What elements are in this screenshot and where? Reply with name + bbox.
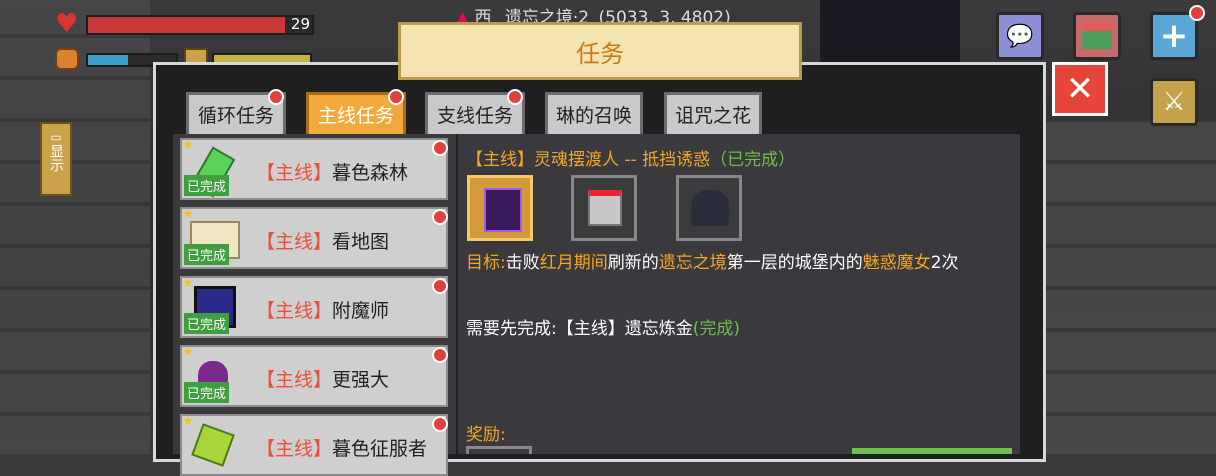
tab-notification-dot bbox=[388, 89, 404, 105]
witch-icon bbox=[484, 188, 522, 232]
detail-status: （已完成） bbox=[710, 150, 796, 170]
chat-icon: 💬 bbox=[1006, 23, 1034, 49]
goal-text: 目标:击败红月期间刷新的遗忘之境第一层的城堡内的魅惑魔女2次 bbox=[466, 253, 959, 273]
list-item[interactable]: ★ 已完成 【主线】附魔师 bbox=[180, 276, 448, 338]
quest-status: 已完成 bbox=[184, 382, 230, 403]
hunger-icon bbox=[55, 48, 79, 70]
prereq-label: 需要先完成: bbox=[466, 319, 557, 339]
close-button[interactable]: ✕ bbox=[1052, 62, 1108, 116]
dark-helmet-icon bbox=[691, 190, 729, 226]
list-item[interactable]: ★ 【主线】暮色征服者 bbox=[180, 414, 448, 476]
health-bar: 29 bbox=[86, 15, 314, 35]
side-hint-label: 显示 bbox=[48, 144, 64, 172]
dialog-title: 任务 bbox=[576, 39, 624, 68]
reward-slot[interactable] bbox=[466, 446, 532, 454]
side-hint-button[interactable]: ▭ 显示 bbox=[40, 122, 72, 196]
target-monster-slot[interactable] bbox=[676, 175, 742, 241]
claim-button[interactable] bbox=[852, 448, 1012, 454]
detail-header: 【主线】灵魂摆渡人 -- 抵挡诱惑（已完成） bbox=[466, 145, 795, 170]
health-value: 29 bbox=[290, 15, 310, 33]
target-monster-slot[interactable] bbox=[571, 175, 637, 241]
quest-notification-dot bbox=[432, 416, 448, 432]
plus-icon: + bbox=[1159, 16, 1189, 56]
heart-icon: ♥ bbox=[55, 9, 79, 39]
quest-notification-dot bbox=[432, 209, 448, 225]
tab-lin-call[interactable]: 琳的召唤 bbox=[545, 92, 643, 134]
tab-cursed-flower[interactable]: 诅咒之花 bbox=[664, 92, 762, 134]
tab-label: 琳的召唤 bbox=[555, 105, 632, 127]
tab-label: 支线任务 bbox=[436, 105, 513, 127]
prereq-text: 需要先完成:【主线】遗忘炼金(完成) bbox=[466, 314, 740, 339]
quest-title: 【主线】更强大 bbox=[256, 369, 390, 391]
combat-button[interactable]: ⚔ bbox=[1150, 78, 1198, 126]
crossed-swords-icon: ⚔ bbox=[1162, 87, 1186, 117]
chat-button[interactable]: 💬 bbox=[996, 12, 1044, 60]
quest-status: 已完成 bbox=[184, 175, 230, 196]
quest-notification-dot bbox=[432, 347, 448, 363]
shop-button[interactable] bbox=[1073, 12, 1121, 60]
prereq-quest: 【主线】遗忘炼金 bbox=[556, 319, 693, 339]
detail-tag: 【主线】 bbox=[466, 150, 534, 170]
notification-dot bbox=[1189, 5, 1205, 21]
knight-helmet-icon bbox=[588, 190, 622, 226]
tab-label: 循环任务 bbox=[197, 105, 274, 127]
quest-title: 【主线】暮色征服者 bbox=[256, 438, 428, 460]
tab-notification-dot bbox=[268, 89, 284, 105]
list-item[interactable]: ★ 已完成 【主线】暮色森林 bbox=[180, 138, 448, 200]
list-item[interactable]: ★ 已完成 【主线】更强大 bbox=[180, 345, 448, 407]
tab-label: 主线任务 bbox=[317, 105, 394, 127]
quest-status: 已完成 bbox=[184, 244, 230, 265]
quest-notification-dot bbox=[432, 140, 448, 156]
green-gem-icon bbox=[186, 420, 238, 472]
message-icon: ▭ bbox=[50, 130, 62, 144]
quest-title: 【主线】暮色森林 bbox=[256, 162, 409, 184]
shop-icon bbox=[1082, 23, 1112, 49]
quest-notification-dot bbox=[432, 278, 448, 294]
quest-title: 【主线】附魔师 bbox=[256, 300, 390, 322]
reward-label: 奖励: bbox=[466, 425, 506, 445]
quest-title: 【主线】看地图 bbox=[256, 231, 390, 253]
list-item[interactable]: ★ 已完成 【主线】看地图 bbox=[180, 207, 448, 269]
quest-status: 已完成 bbox=[184, 313, 230, 334]
tab-label: 诅咒之花 bbox=[674, 105, 751, 127]
goal-label: 目标: bbox=[466, 253, 506, 273]
add-button[interactable]: + bbox=[1150, 12, 1198, 60]
prereq-status: (完成) bbox=[692, 319, 740, 339]
detail-title: 灵魂摆渡人 -- 抵挡诱惑 bbox=[534, 150, 711, 170]
target-monster-slot[interactable] bbox=[467, 175, 533, 241]
dialog-title-banner: 任务 bbox=[398, 22, 802, 80]
health-bar-fill bbox=[88, 17, 286, 33]
tab-notification-dot bbox=[507, 89, 523, 105]
close-icon: ✕ bbox=[1065, 69, 1095, 109]
